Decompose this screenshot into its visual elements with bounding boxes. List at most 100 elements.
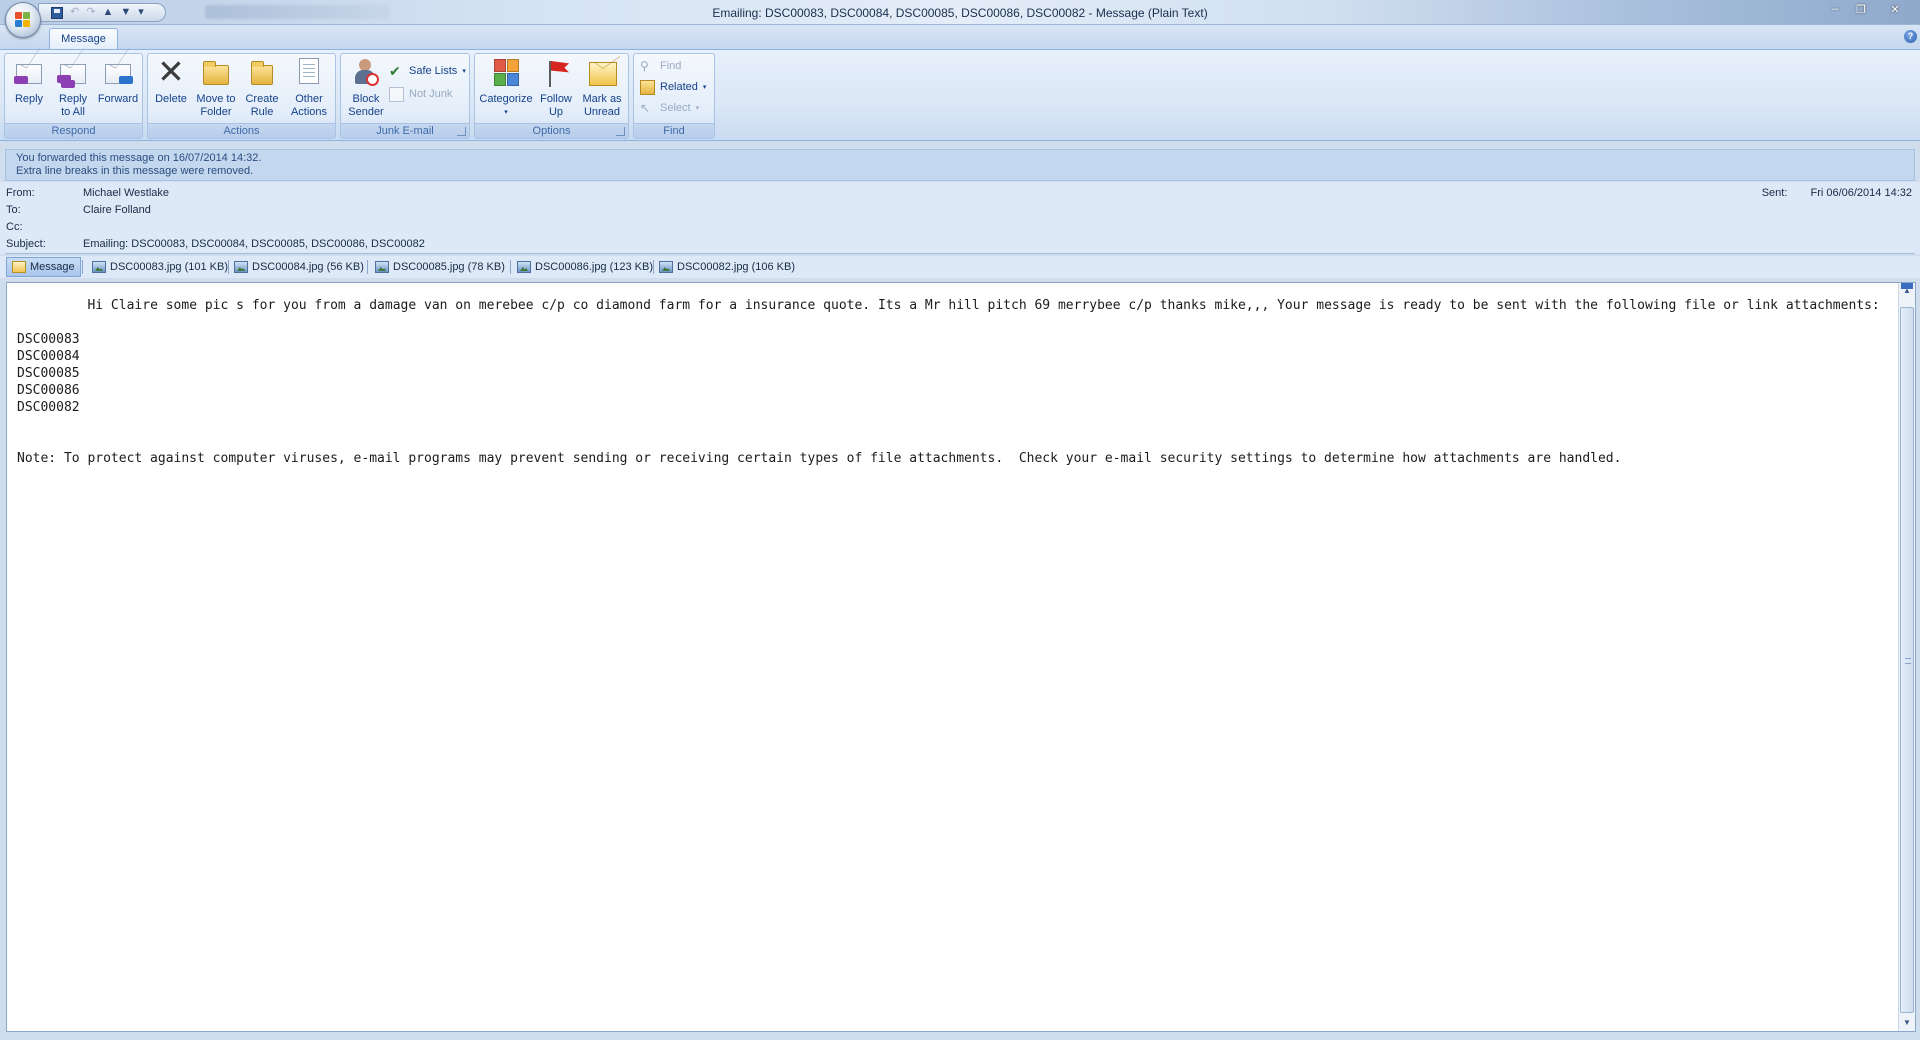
image-file-icon	[659, 261, 673, 273]
forward-button[interactable]: Forward	[95, 56, 141, 123]
reply-all-button[interactable]: Reply to All	[52, 56, 94, 123]
help-icon[interactable]: ?	[1904, 30, 1917, 43]
maximize-button[interactable]: ❐	[1848, 0, 1874, 18]
related-icon	[640, 79, 655, 95]
junk-email-group-label: Junk E-mail	[341, 123, 469, 138]
categorize-button[interactable]: Categorize ▾	[478, 56, 534, 123]
reply-icon	[12, 56, 46, 90]
categorize-label: Categorize	[479, 93, 533, 105]
office-button[interactable]	[5, 2, 41, 38]
options-group: Categorize ▾ Follow Up Mark as Unread Op…	[474, 53, 629, 139]
attachment-item[interactable]: DSC00084.jpg (56 KB)	[229, 257, 369, 277]
attachment-label: DSC00082.jpg (106 KB)	[677, 261, 796, 273]
flag-icon	[539, 56, 573, 90]
message-attachment-tab[interactable]: Message	[6, 257, 81, 277]
message-body-text[interactable]: Hi Claire some pic s for you from a dama…	[17, 297, 1887, 467]
delete-label: Delete	[155, 93, 187, 105]
mark-as-unread-button[interactable]: Mark as Unread	[578, 56, 626, 123]
document-icon	[292, 56, 326, 90]
select-label: Select	[660, 102, 691, 114]
block-sender-icon	[349, 56, 383, 90]
reply-all-icon	[56, 56, 90, 90]
follow-up-button[interactable]: Follow Up	[535, 56, 577, 123]
follow-up-label: Follow Up	[540, 93, 572, 118]
find-button[interactable]: ⚲ Find	[640, 57, 681, 75]
message-tab-label: Message	[30, 261, 75, 273]
related-label: Related	[660, 81, 698, 93]
reply-button[interactable]: Reply	[8, 56, 50, 123]
find-group-label: Find	[634, 123, 714, 138]
options-group-label: Options	[475, 123, 628, 138]
actions-group: ✕ Delete Move to Folder Create Rule Othe…	[147, 53, 336, 139]
line-breaks-notice: Extra line breaks in this message were r…	[16, 165, 254, 177]
create-rule-button[interactable]: Create Rule	[241, 56, 283, 123]
chevron-down-icon: ▾	[695, 105, 700, 112]
attachment-label: DSC00083.jpg (101 KB)	[110, 261, 229, 273]
sent-value: Fri 06/06/2014 14:32	[1810, 187, 1912, 199]
select-button[interactable]: ↖ Select ▾	[640, 99, 699, 117]
scrollbar-thumb[interactable]	[1900, 307, 1914, 1013]
close-button[interactable]: ✕	[1874, 0, 1916, 18]
attachment-item[interactable]: DSC00086.jpg (123 KB)	[512, 257, 658, 277]
reply-all-label: Reply to All	[58, 93, 88, 118]
to-value[interactable]: Claire Folland	[83, 203, 151, 217]
attachment-label: DSC00084.jpg (56 KB)	[252, 261, 364, 273]
subject-value: Emailing: DSC00083, DSC00084, DSC00085, …	[83, 238, 425, 250]
office-logo-icon	[15, 12, 32, 29]
message-header: From: Michael Westlake To: Claire Follan…	[0, 182, 1920, 254]
cursor-icon: ↖	[640, 100, 651, 115]
to-label: To:	[6, 204, 21, 216]
move-to-folder-button[interactable]: Move to Folder	[192, 56, 240, 123]
delete-button[interactable]: ✕ Delete	[151, 52, 191, 123]
scrollbar-grip-icon	[1905, 658, 1911, 664]
maximize-icon: ❐	[1856, 3, 1866, 16]
attachment-item[interactable]: DSC00083.jpg (101 KB)	[87, 257, 233, 277]
forward-icon	[101, 56, 135, 90]
chevron-down-icon: ▾	[462, 68, 466, 75]
attachment-divider	[82, 260, 83, 274]
envelope-icon	[12, 261, 26, 273]
not-junk-button[interactable]: Not Junk	[389, 85, 452, 103]
ribbon-tab-strip: Message ?	[0, 25, 1920, 49]
related-button[interactable]: Related ▾	[640, 78, 706, 96]
attachment-divider	[367, 260, 368, 274]
attachment-bar: Message DSC00083.jpg (101 KB) DSC00084.j…	[0, 256, 1920, 278]
mark-as-unread-label: Mark as Unread	[582, 93, 622, 118]
binoculars-icon: ⚲	[640, 58, 649, 73]
from-value[interactable]: Michael Westlake	[83, 186, 169, 200]
junk-email-group: Block Sender ✔ Safe Lists ▾ Not Junk Jun…	[340, 53, 470, 139]
from-label: From:	[6, 187, 35, 199]
find-label: Find	[660, 60, 682, 72]
junk-email-dialog-launcher-icon[interactable]	[457, 127, 466, 136]
minimize-icon: –	[1831, 3, 1839, 15]
minimize-button[interactable]: –	[1822, 0, 1848, 18]
respond-group: Reply Reply to All Forward Respond	[4, 53, 143, 139]
not-junk-label: Not Junk	[409, 88, 453, 100]
other-actions-label: Other Actions	[290, 93, 328, 118]
attachment-item[interactable]: DSC00085.jpg (78 KB)	[370, 257, 510, 277]
safe-lists-button[interactable]: ✔ Safe Lists ▾	[389, 62, 466, 80]
safe-lists-icon: ✔	[389, 62, 401, 79]
attachment-item[interactable]: DSC00082.jpg (106 KB)	[654, 257, 800, 277]
delete-icon: ✕	[157, 52, 185, 91]
respond-group-label: Respond	[5, 123, 142, 138]
info-bar[interactable]: You forwarded this message on 16/07/2014…	[5, 149, 1915, 181]
block-sender-button[interactable]: Block Sender	[344, 56, 388, 123]
options-dialog-launcher-icon[interactable]	[616, 127, 625, 136]
scroll-up-icon[interactable]: ▲	[1899, 283, 1915, 299]
header-divider	[5, 253, 1915, 254]
tab-message[interactable]: Message	[49, 28, 118, 49]
vertical-scrollbar[interactable]: ▲ ▼	[1898, 283, 1915, 1031]
image-file-icon	[375, 261, 389, 273]
categorize-icon	[489, 56, 523, 90]
scroll-down-icon[interactable]: ▼	[1899, 1015, 1915, 1031]
forward-label: Forward	[97, 93, 139, 105]
image-file-icon	[92, 261, 106, 273]
folder-icon	[199, 56, 233, 90]
block-sender-label: Block Sender	[348, 93, 384, 118]
message-body[interactable]: Hi Claire some pic s for you from a dama…	[6, 282, 1916, 1032]
title-bar: ↶ ↷ ▲ ▼ ▾ Emailing: DSC00083, DSC00084, …	[0, 0, 1920, 25]
other-actions-button[interactable]: Other Actions	[285, 56, 333, 123]
chevron-down-icon: ▾	[504, 109, 508, 116]
image-file-icon	[234, 261, 248, 273]
